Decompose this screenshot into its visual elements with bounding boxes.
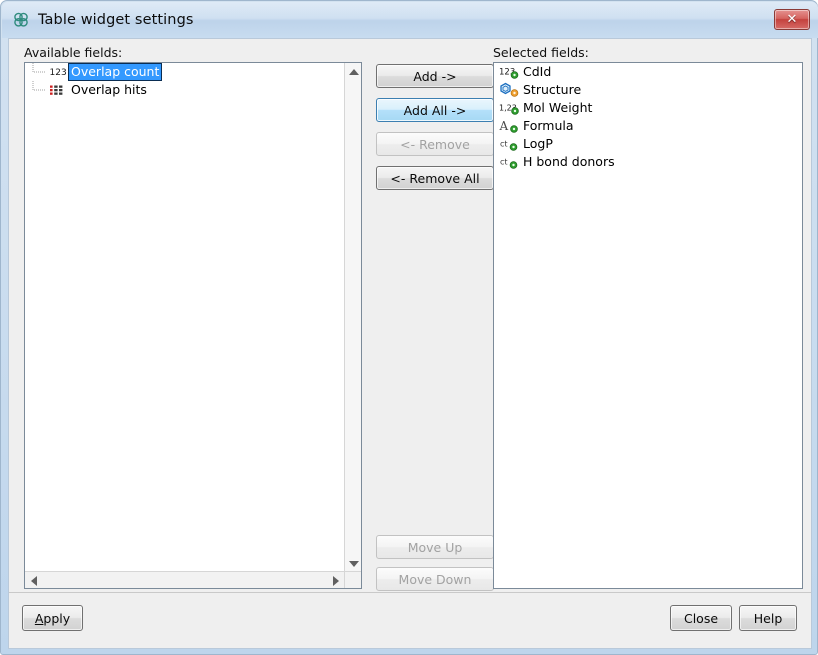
number-123-field-icon: 123 xyxy=(499,68,519,79)
move-up-button: Move Up xyxy=(376,535,494,559)
structure-field-icon xyxy=(500,82,519,97)
list-item[interactable]: ct H bond donors xyxy=(494,153,802,171)
text-field-icon: A xyxy=(499,119,518,133)
triangle-down-icon xyxy=(348,560,359,567)
triangle-left-icon xyxy=(30,575,37,586)
tree-connector-icon xyxy=(32,63,46,73)
remove-all-button[interactable]: <- Remove All xyxy=(376,166,494,190)
list-item-label: LogP xyxy=(523,136,553,151)
apply-mnemonic: A xyxy=(34,610,44,626)
list-item[interactable]: 1,23 Mol Weight xyxy=(494,99,802,117)
close-window-button[interactable]: ✕ xyxy=(774,9,810,30)
add-button[interactable]: Add -> xyxy=(376,64,494,88)
available-horizontal-scrollbar[interactable] xyxy=(25,571,344,588)
close-button[interactable]: Close xyxy=(670,605,732,631)
selected-fields-label: Selected fields: xyxy=(493,45,589,60)
tree-connector-icon xyxy=(32,81,46,91)
list-item-label: H bond donors xyxy=(523,154,615,169)
list-item-label: Mol Weight xyxy=(523,100,593,115)
available-vertical-scrollbar[interactable] xyxy=(344,63,361,572)
decimal-number-field-icon: 1,23 xyxy=(499,104,519,115)
scroll-right-button[interactable] xyxy=(327,572,344,589)
list-item-label: CdId xyxy=(523,64,552,79)
dialog-window: Table widget settings ✕ Available fields… xyxy=(0,0,818,655)
tree-item[interactable]: Overlap hits xyxy=(25,81,344,99)
available-fields-label: Available fields: xyxy=(24,45,123,60)
add-all-button[interactable]: Add All -> xyxy=(376,98,494,122)
list-grid-icon xyxy=(50,85,63,95)
number-123-icon: 123 xyxy=(50,68,67,78)
remove-button: <- Remove xyxy=(376,132,494,156)
move-down-button: Move Down xyxy=(376,567,494,591)
ct-field-icon: ct xyxy=(500,158,518,169)
list-item-label: Formula xyxy=(523,118,574,133)
selected-fields-list[interactable]: 123 CdId Structure 1,23 Mol Weight A For… xyxy=(493,62,803,589)
tree-item-label: Overlap hits xyxy=(71,82,147,97)
scroll-down-button[interactable] xyxy=(345,555,362,572)
separator xyxy=(9,592,811,593)
scroll-up-button[interactable] xyxy=(345,63,362,80)
available-fields-items: 123 Overlap count Overlap hits xyxy=(25,63,344,554)
svg-text:ct: ct xyxy=(500,140,508,149)
scrollbar-corner xyxy=(344,571,361,588)
list-item[interactable]: A Formula xyxy=(494,117,802,135)
close-icon: ✕ xyxy=(786,12,798,27)
svg-text:ct: ct xyxy=(500,158,508,167)
apply-button[interactable]: Apply xyxy=(22,605,83,631)
list-item[interactable]: Structure xyxy=(494,81,802,99)
triangle-right-icon xyxy=(332,575,339,586)
ct-field-icon: ct xyxy=(500,140,518,151)
svg-text:A: A xyxy=(499,119,509,133)
title-bar[interactable]: Table widget settings ✕ xyxy=(2,2,818,38)
tree-item-label: Overlap count xyxy=(67,63,163,81)
dialog-content: Available fields: Selected fields: 123 O… xyxy=(8,38,812,642)
list-item[interactable]: 123 CdId xyxy=(494,63,802,81)
tree-item[interactable]: 123 Overlap count xyxy=(25,63,344,81)
window-title: Table widget settings xyxy=(38,12,194,28)
scroll-left-button[interactable] xyxy=(25,572,42,589)
available-fields-list[interactable]: 123 Overlap count Overlap hits xyxy=(24,62,362,589)
list-item-label: Structure xyxy=(523,82,582,97)
dialog-button-bar: Apply Close Help xyxy=(8,592,812,649)
apply-label-rest: pply xyxy=(43,610,71,626)
help-button[interactable]: Help xyxy=(739,605,797,631)
svg-text:123: 123 xyxy=(50,68,67,78)
triangle-up-icon xyxy=(348,68,359,75)
molecule-icon xyxy=(14,12,28,27)
list-item[interactable]: ct LogP xyxy=(494,135,802,153)
selected-fields-items: 123 CdId Structure 1,23 Mol Weight A For… xyxy=(494,63,802,588)
